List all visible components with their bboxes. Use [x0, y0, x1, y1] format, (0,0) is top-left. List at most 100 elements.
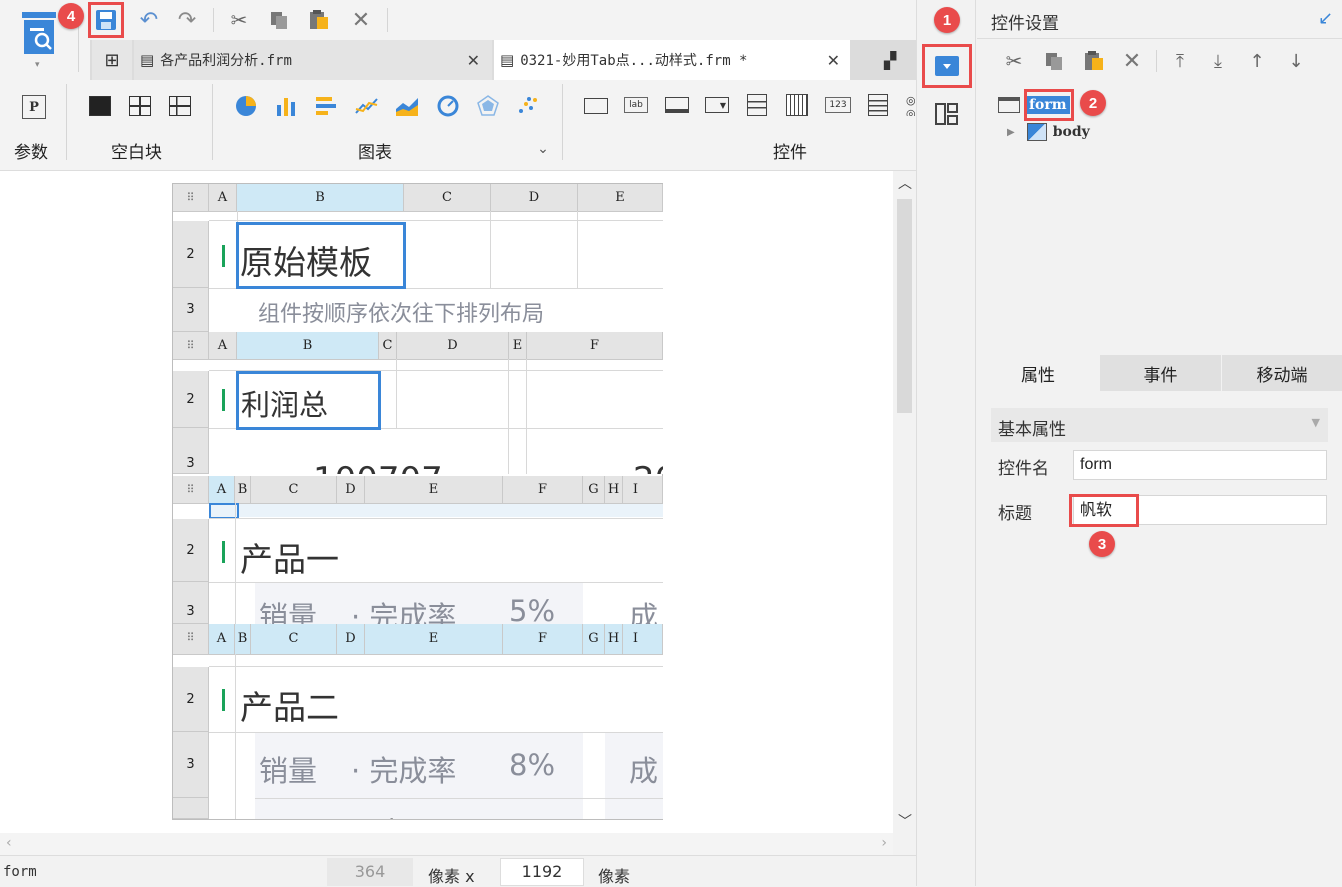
- height-input[interactable]: 1192: [500, 858, 584, 886]
- col-header-c[interactable]: C: [251, 476, 337, 503]
- cut-icon[interactable]: ✂: [224, 6, 254, 34]
- col-header-d[interactable]: D: [337, 624, 365, 654]
- close-icon[interactable]: ✕: [467, 51, 480, 70]
- area-chart-icon[interactable]: [395, 95, 419, 117]
- logo-dropdown-icon[interactable]: ▾: [35, 60, 45, 70]
- col-header-e[interactable]: E: [509, 332, 527, 359]
- col-header-f[interactable]: F: [503, 624, 583, 654]
- col-header-h[interactable]: H: [605, 476, 623, 503]
- col-header-a[interactable]: A: [209, 624, 235, 654]
- col-header-e[interactable]: E: [365, 624, 503, 654]
- dropdown-control-icon[interactable]: ▼: [705, 97, 729, 113]
- vertical-scrollbar[interactable]: ︿ ﹀: [893, 171, 916, 833]
- bar-chart-icon[interactable]: [275, 95, 297, 117]
- delete-icon[interactable]: ✕: [346, 6, 376, 34]
- tab-properties[interactable]: 属性: [977, 355, 1099, 391]
- horizontal-bar-chart-icon[interactable]: [315, 95, 337, 117]
- tab-file-2[interactable]: ▤ 0321-妙用Tab点...动样式.frm * ✕: [494, 40, 850, 80]
- paste-icon[interactable]: [1080, 47, 1108, 75]
- pie-chart-icon[interactable]: [235, 95, 257, 117]
- col-header-b[interactable]: B: [235, 624, 251, 654]
- col-header-d[interactable]: D: [491, 184, 578, 211]
- col-header-a[interactable]: A: [209, 476, 235, 503]
- col-header-g[interactable]: G: [583, 476, 605, 503]
- radar-chart-icon[interactable]: [477, 95, 499, 117]
- tab-grid-icon-tab[interactable]: ⊞: [92, 40, 132, 80]
- col-header-a[interactable]: A: [209, 184, 237, 211]
- col-header-e[interactable]: E: [365, 476, 503, 503]
- undo-icon[interactable]: ↶: [134, 6, 164, 34]
- collapse-icon[interactable]: ↙: [1318, 8, 1333, 29]
- blank-block-grid-icon[interactable]: [169, 96, 191, 116]
- tab-file-1[interactable]: ▤ 各产品利润分析.frm ✕: [134, 40, 492, 80]
- row-header-2[interactable]: 2: [173, 667, 209, 732]
- parameter-icon[interactable]: P: [22, 95, 46, 119]
- col-header-a[interactable]: A: [209, 332, 237, 359]
- date-control-icon[interactable]: [786, 94, 808, 116]
- col-header-f[interactable]: F: [503, 476, 583, 503]
- textbox-control-icon[interactable]: [665, 97, 689, 113]
- delete-icon[interactable]: ✕: [1118, 47, 1146, 75]
- close-icon[interactable]: ✕: [827, 51, 840, 70]
- col-header-i[interactable]: I: [623, 476, 663, 503]
- tree-node-body[interactable]: ▶ body: [1007, 122, 1090, 142]
- designer-logo-icon[interactable]: [20, 10, 58, 56]
- chart-expand-icon[interactable]: ⌄: [534, 140, 552, 158]
- move-bottom-icon[interactable]: ⤓: [1204, 47, 1232, 75]
- component-layout-icon[interactable]: [934, 101, 960, 127]
- section-collapse-icon[interactable]: ▼: [1312, 416, 1320, 429]
- report-block-1[interactable]: ⠿ A B C D E 2 3 原始模板 组件按顺序依次往下排列布局: [173, 184, 663, 332]
- gauge-chart-icon[interactable]: [437, 95, 459, 117]
- move-top-icon[interactable]: ⤒: [1166, 47, 1194, 75]
- scroll-right-icon[interactable]: ›: [881, 835, 887, 851]
- col-header-c[interactable]: C: [404, 184, 491, 211]
- button-control-icon[interactable]: [584, 98, 608, 114]
- row-header-3[interactable]: 3: [173, 288, 209, 332]
- radio-control-icon[interactable]: ◎ ◎: [906, 94, 916, 116]
- col-header-f[interactable]: F: [527, 332, 663, 359]
- number-control-icon[interactable]: 123: [825, 97, 851, 113]
- row-header-2[interactable]: 2: [173, 371, 209, 428]
- tab-events[interactable]: 事件: [1100, 355, 1221, 391]
- col-header-d[interactable]: D: [397, 332, 509, 359]
- drag-handle-icon[interactable]: ⠿: [173, 184, 209, 211]
- col-header-d[interactable]: D: [337, 476, 365, 503]
- drag-handle-icon[interactable]: ⠿: [173, 476, 209, 503]
- row-header-2[interactable]: 2: [173, 221, 209, 288]
- copy-icon[interactable]: [264, 6, 294, 34]
- col-header-c[interactable]: C: [251, 624, 337, 654]
- scroll-up-icon[interactable]: ︿: [898, 173, 912, 193]
- row-header-3[interactable]: 3: [173, 428, 209, 474]
- expand-arrow-icon[interactable]: ▶: [1007, 127, 1015, 138]
- report-block-4[interactable]: ⠿ A B C D E F G H I 2 3 产品二 销量 · 完成率 8% …: [173, 624, 663, 819]
- row-header-2[interactable]: 2: [173, 519, 209, 582]
- blank-block-dark-icon[interactable]: [89, 96, 111, 116]
- col-header-b[interactable]: B: [237, 332, 379, 359]
- drag-handle-icon[interactable]: ⠿: [173, 624, 209, 654]
- col-header-b[interactable]: B: [235, 476, 251, 503]
- col-header-e[interactable]: E: [578, 184, 663, 211]
- widget-name-input[interactable]: form: [1073, 450, 1327, 480]
- cut-icon[interactable]: ✂: [1000, 47, 1028, 75]
- blank-block-split-icon[interactable]: [129, 96, 151, 116]
- col-header-i[interactable]: I: [623, 624, 663, 654]
- row-header-4[interactable]: [173, 798, 209, 819]
- row-header-3[interactable]: 3: [173, 732, 209, 798]
- list-control-icon[interactable]: [747, 94, 767, 116]
- drag-handle-icon[interactable]: ⠿: [173, 332, 209, 359]
- report-block-2[interactable]: ⠿ A B C D E F 2 3 利润总 100707 20: [173, 332, 663, 474]
- scroll-down-icon[interactable]: ﹀: [898, 811, 912, 831]
- property-section-header[interactable]: 基本属性 ▼: [991, 408, 1328, 442]
- scatter-chart-icon[interactable]: [517, 95, 539, 117]
- col-header-c[interactable]: C: [379, 332, 397, 359]
- move-up-icon[interactable]: ↑: [1243, 47, 1271, 75]
- col-header-b[interactable]: B: [237, 184, 404, 211]
- redo-icon[interactable]: ↷: [172, 6, 202, 34]
- col-header-h[interactable]: H: [605, 624, 623, 654]
- text-area-control-icon[interactable]: [868, 94, 888, 116]
- report-block-3[interactable]: ⠿ A B C D E F G H I 2 3 产品一 销量 · 完成率 5% …: [173, 476, 663, 624]
- row-header-3[interactable]: 3: [173, 582, 209, 624]
- width-input[interactable]: 364: [327, 858, 413, 886]
- scroll-thumb[interactable]: [897, 199, 912, 413]
- copy-icon[interactable]: [1040, 47, 1068, 75]
